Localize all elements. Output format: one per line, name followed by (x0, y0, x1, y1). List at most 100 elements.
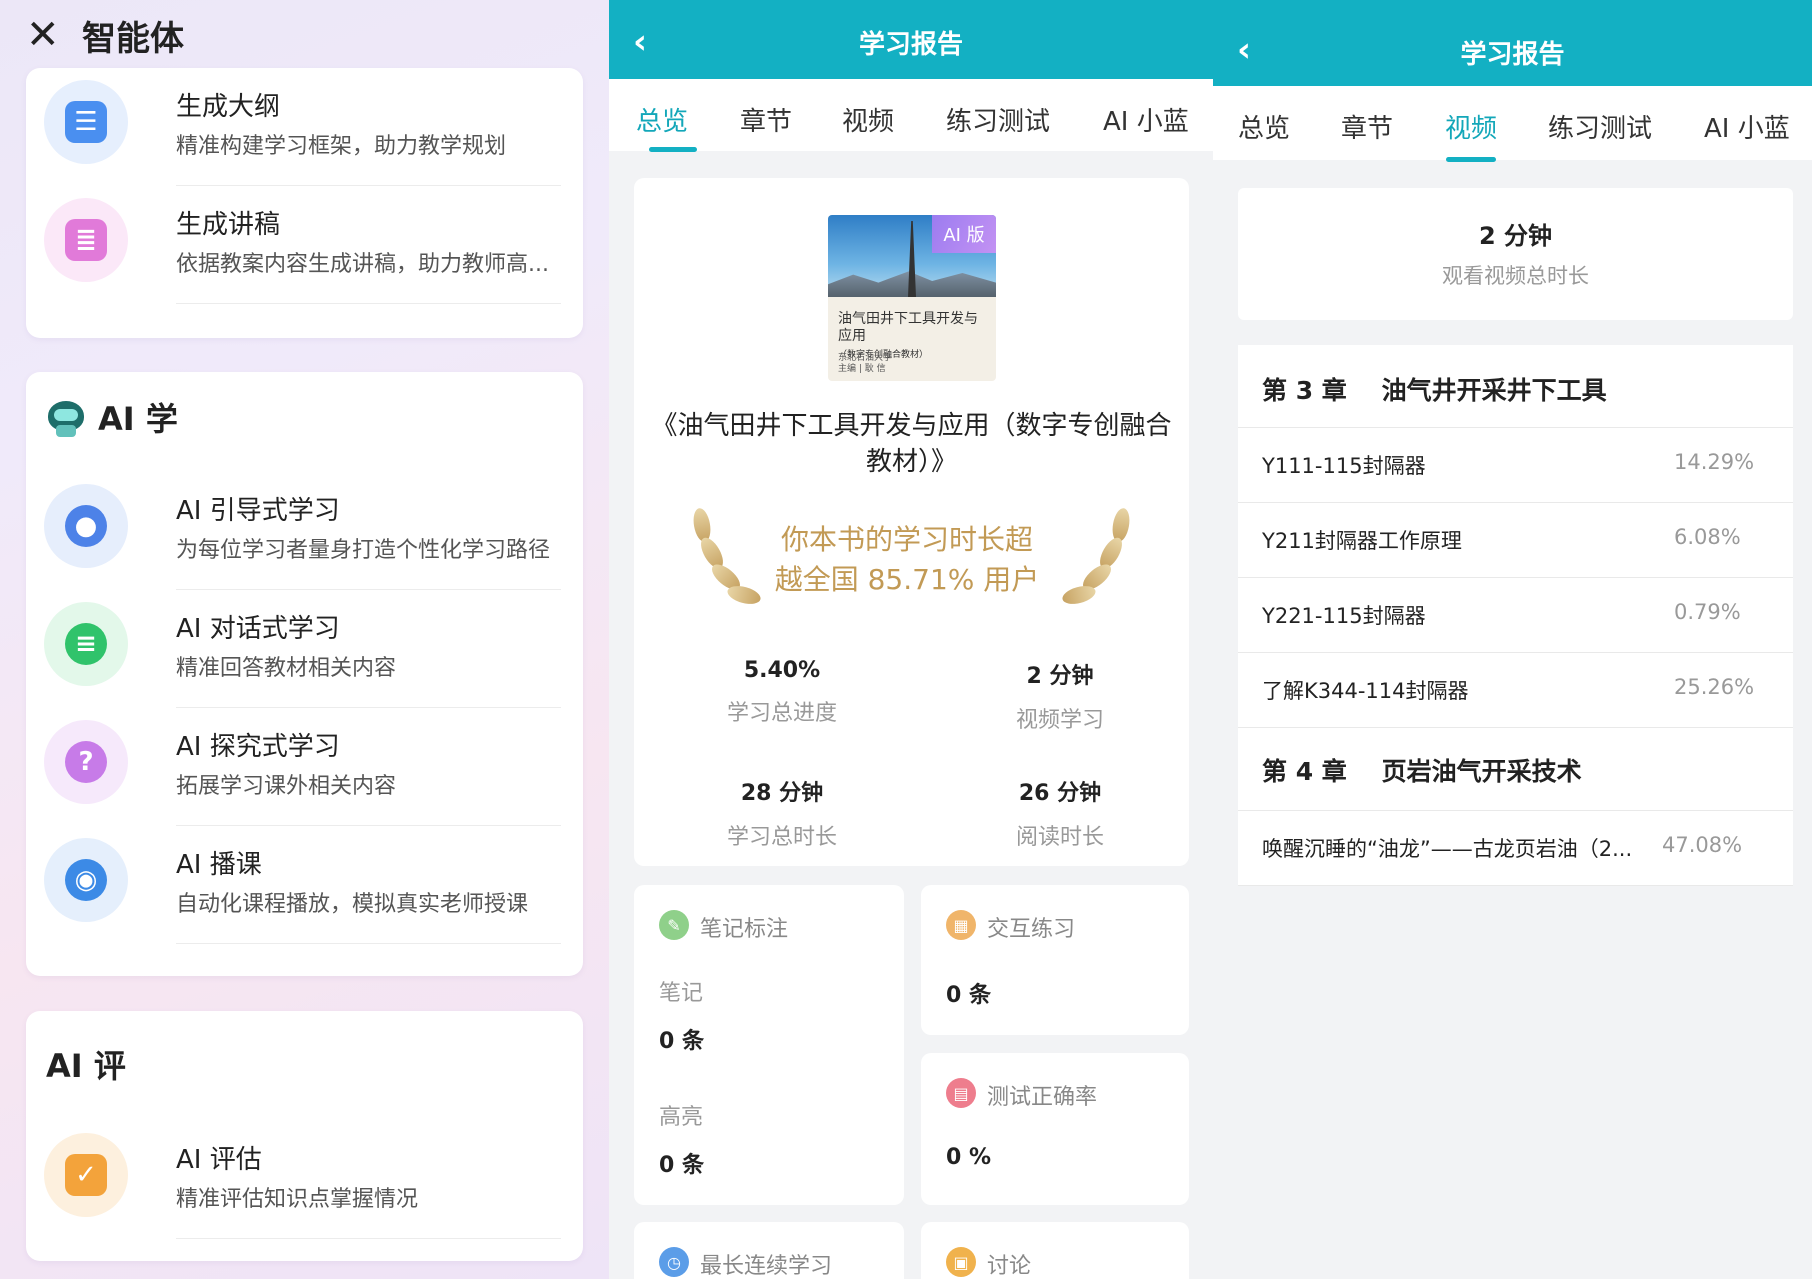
tab-chapters[interactable]: 章节 (740, 101, 792, 138)
notes-card[interactable]: ✎ 笔记标注 笔记 0 条 高亮 0 条 (634, 885, 904, 1205)
pencil-icon: ✎ (659, 910, 689, 940)
active-tab-indicator (649, 147, 697, 152)
tab-overview[interactable]: 总览 (1238, 108, 1290, 145)
tab-ai-xiaolan[interactable]: AI 小蓝 (1704, 108, 1790, 145)
agent-item-script[interactable]: ≣ 生成讲稿 依据教案内容生成讲稿，助力教师高... (44, 186, 561, 304)
top-bar: ‹ 学习报告 (1213, 0, 1812, 86)
notes-value: 0 条 (659, 1029, 704, 1054)
laurel-right-icon (1059, 506, 1139, 613)
divider (176, 1238, 561, 1239)
ai-evaluate-card: AI 评 ✓ AI 评估 精准评估知识点掌握情况 (26, 1011, 583, 1261)
video-row[interactable]: Y211封隔器工作原理 6.08% (1238, 503, 1793, 578)
agent-item-dialog-learning[interactable]: ≡ AI 对话式学习 精准回答教材相关内容 (44, 590, 561, 708)
video-percent: 25.26% (1674, 675, 1755, 699)
agent-name: AI 评估 (176, 1145, 262, 1175)
chapter-header: 第 4 章 页岩油气开采技术 (1238, 728, 1793, 811)
study-report-video-panel: ‹ 学习报告 总览 章节 视频 练习测试 AI 小蓝 2 分钟 观看视频总时长 … (1213, 0, 1812, 1279)
video-percent: 47.08% (1662, 833, 1743, 857)
close-icon[interactable]: ✕ (26, 15, 66, 55)
test-document-icon: ▤ (946, 1078, 976, 1108)
discussion-title: 讨论 (987, 1254, 1032, 1279)
clock-icon: ◷ (659, 1247, 689, 1277)
chat-bubble-icon: ≡ (44, 602, 128, 686)
cover-title: 油气田井下工具开发与应用 (838, 311, 978, 344)
interactive-practice-card[interactable]: ▦ 交互练习 0 条 (921, 885, 1189, 1035)
book-cover-image[interactable]: AI 版 油气田井下工具开发与应用 （数字专创融合教材） 东北石油大学 主编 | 耿… (828, 215, 996, 381)
tab-practice-test[interactable]: 练习测试 (1548, 108, 1652, 145)
stat-total-duration: 28 分钟 学习总时长 (726, 781, 837, 850)
tab-practice-test[interactable]: 练习测试 (946, 101, 1050, 138)
practice-calendar-icon: ▦ (946, 910, 976, 940)
agent-item-ai-podcast[interactable]: ◉ AI 播课 自动化课程播放，模拟真实老师授课 (44, 826, 561, 944)
longest-streak-card[interactable]: ◷ 最长连续学习 (634, 1222, 904, 1279)
video-percent: 14.29% (1674, 450, 1755, 474)
video-percent: 6.08% (1674, 525, 1741, 549)
agent-desc: 依据教案内容生成讲稿，助力教师高... (176, 252, 549, 277)
video-row[interactable]: 唤醒沉睡的“油龙”——古龙页岩油（2... 47.08% (1238, 811, 1793, 886)
stat-video-learning: 2 分钟 视频学习 (1015, 664, 1104, 733)
podcast-broadcast-icon: ◉ (44, 838, 128, 922)
chapter-title: 第 4 章 页岩油气开采技术 (1262, 757, 1582, 786)
agent-name: 生成大纲 (176, 92, 281, 122)
agent-name: AI 播课 (176, 850, 262, 880)
agent-item-guided-learning[interactable]: ● AI 引导式学习 为每位学习者量身打造个性化学习路径 (44, 472, 561, 590)
practice-value: 0 条 (946, 983, 991, 1008)
tab-video[interactable]: 视频 (842, 101, 894, 138)
divider (176, 943, 561, 944)
agent-name: AI 探究式学习 (176, 732, 340, 762)
video-name: 唤醒沉睡的“油龙”——古龙页岩油（2... (1262, 837, 1633, 861)
active-tab-indicator (1446, 157, 1496, 162)
practice-title: 交互练习 (987, 917, 1076, 942)
notes-title: 笔记标注 (700, 917, 789, 942)
script-document-icon: ≣ (44, 198, 128, 282)
agent-name: AI 引导式学习 (176, 496, 340, 526)
agent-item-explore-learning[interactable]: ? AI 探究式学习 拓展学习课外相关内容 (44, 708, 561, 826)
video-percent: 0.79% (1674, 600, 1741, 624)
chapter-header: 第 3 章 油气井开采井下工具 (1238, 345, 1793, 428)
agents-header: ✕ 智能体 (26, 10, 184, 60)
generate-card: ☰ 生成大纲 精准构建学习框架，助力教学规划 ≣ 生成讲稿 依据教案内容生成讲稿… (26, 68, 583, 338)
agent-desc: 拓展学习课外相关内容 (176, 774, 397, 799)
page-title: 学习报告 (858, 30, 963, 60)
video-total-duration-value: 2 分钟 (1478, 222, 1553, 250)
agent-desc: 精准评估知识点掌握情况 (176, 1187, 419, 1212)
tab-video[interactable]: 视频 (1445, 108, 1497, 145)
book-title: 《油气田井下工具开发与应用（数字专创融合教材）》 (651, 411, 1172, 477)
test-accuracy-card[interactable]: ▤ 测试正确率 0 % (921, 1053, 1189, 1205)
agent-desc: 为每位学习者量身打造个性化学习路径 (176, 538, 551, 563)
ai-learn-card: AI 学 ● AI 引导式学习 为每位学习者量身打造个性化学习路径 ≡ AI 对… (26, 372, 583, 976)
person-icon: ● (44, 484, 128, 568)
outline-list-icon: ☰ (44, 80, 128, 164)
video-name: 了解K344-114封隔器 (1262, 679, 1469, 703)
book-summary-card: AI 版 油气田井下工具开发与应用 （数字专创融合教材） 东北石油大学 主编 | 耿… (634, 178, 1189, 866)
study-report-overview-panel: ‹ 学习报告 总览 章节 视频 练习测试 AI 小蓝 AI 版 油气田井下工具开… (609, 0, 1213, 1279)
question-explore-icon: ? (44, 720, 128, 804)
test-value: 0 % (946, 1145, 992, 1170)
robot-mascot-icon (46, 397, 86, 437)
cover-publisher: 东北石油大学 (838, 353, 893, 363)
highlight-value: 0 条 (659, 1153, 704, 1178)
discussion-card[interactable]: ▣ 讨论 (921, 1222, 1189, 1279)
top-bar: ‹ 学习报告 (609, 0, 1213, 79)
agent-item-outline[interactable]: ☰ 生成大纲 精准构建学习框架，助力教学规划 (44, 68, 561, 186)
tab-bar: 总览 章节 视频 练习测试 AI 小蓝 (1213, 86, 1812, 162)
divider (176, 303, 561, 304)
tab-overview[interactable]: 总览 (636, 101, 688, 138)
tab-ai-xiaolan[interactable]: AI 小蓝 (1103, 101, 1189, 138)
tab-chapters[interactable]: 章节 (1341, 108, 1393, 145)
test-title: 测试正确率 (987, 1085, 1098, 1110)
video-row[interactable]: Y111-115封隔器 14.29% (1238, 428, 1793, 503)
video-row[interactable]: 了解K344-114封隔器 25.26% (1238, 653, 1793, 728)
section-title-ai-evaluate: AI 评 (46, 1047, 126, 1085)
chapter-title: 第 3 章 油气井开采井下工具 (1262, 376, 1607, 405)
stat-reading-duration: 26 分钟 阅读时长 (1015, 781, 1104, 850)
video-total-duration-label: 观看视频总时长 (1442, 264, 1589, 288)
video-row[interactable]: Y221-115封隔器 0.79% (1238, 578, 1793, 653)
cover-editor: 主编 | 耿 信 (838, 364, 886, 374)
agents-panel: ✕ 智能体 ☰ 生成大纲 精准构建学习框架，助力教学规划 ≣ 生成讲稿 依据教案… (0, 0, 609, 1279)
video-name: Y211封隔器工作原理 (1262, 529, 1462, 553)
video-name: Y111-115封隔器 (1262, 454, 1426, 478)
highlight-label: 高亮 (659, 1105, 704, 1130)
video-name: Y221-115封隔器 (1262, 604, 1426, 628)
agent-item-ai-assessment[interactable]: ✓ AI 评估 精准评估知识点掌握情况 (44, 1121, 561, 1239)
